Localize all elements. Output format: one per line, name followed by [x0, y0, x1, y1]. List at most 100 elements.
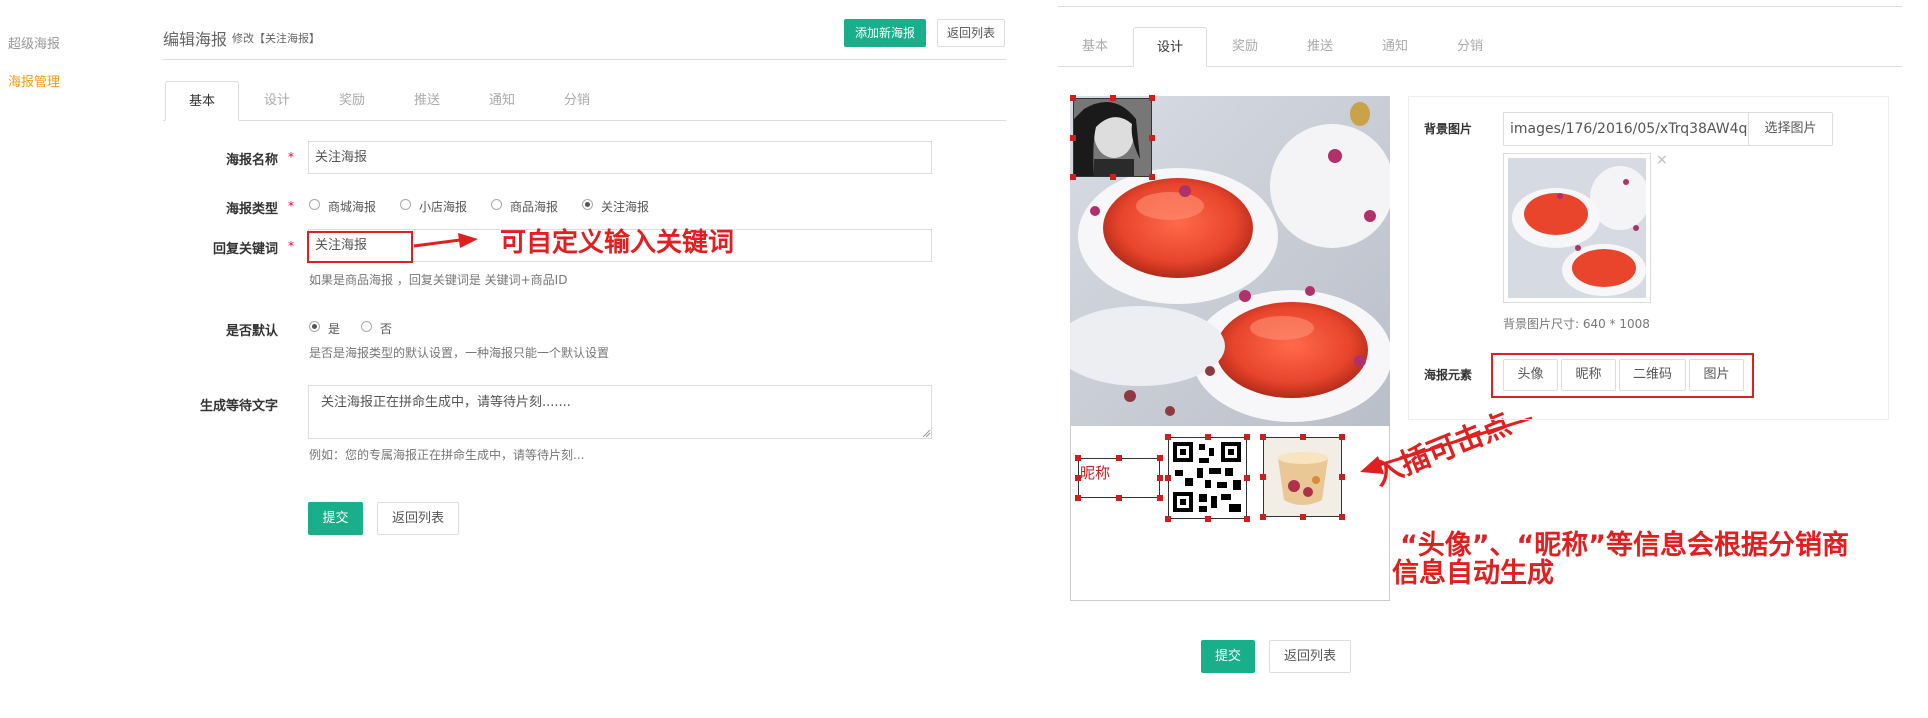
- required-mark: *: [288, 150, 294, 164]
- resize-handle[interactable]: [1070, 174, 1076, 180]
- background-size-text: 背景图片尺寸: 640 * 1008: [1503, 317, 1650, 331]
- type-option-follow: 关注海报: [601, 200, 650, 214]
- resize-handle[interactable]: [1244, 516, 1250, 522]
- choose-image-button[interactable]: 选择图片: [1748, 112, 1833, 146]
- resize-handle[interactable]: [1157, 475, 1163, 481]
- resize-handle[interactable]: [1070, 95, 1076, 101]
- keyword-highlight-box: [307, 231, 413, 263]
- resize-handle[interactable]: [1339, 474, 1345, 480]
- type-radio-product[interactable]: [491, 199, 502, 210]
- resize-handle[interactable]: [1157, 455, 1163, 461]
- avatar-icon: [1074, 99, 1151, 176]
- resize-handle[interactable]: [1244, 434, 1250, 440]
- design-tab-distribution[interactable]: 分销: [1433, 27, 1507, 67]
- remove-image-icon[interactable]: ×: [1656, 152, 1668, 168]
- nickname-element[interactable]: 昵称: [1078, 458, 1160, 498]
- resize-handle[interactable]: [1116, 495, 1122, 501]
- tab-reward[interactable]: 奖励: [315, 81, 389, 121]
- background-path-input[interactable]: images/176/2016/05/xTrq38AW4q2: [1503, 112, 1749, 146]
- resize-handle[interactable]: [1260, 474, 1266, 480]
- default-radio-no[interactable]: [361, 321, 372, 332]
- resize-handle[interactable]: [1149, 134, 1155, 141]
- type-option-mall: 商城海报: [328, 200, 377, 214]
- type-radio-mall[interactable]: [309, 199, 320, 210]
- resize-handle[interactable]: [1149, 174, 1155, 180]
- default-help-text: 是否是海报类型的默认设置，一种海报只能一个默认设置: [309, 346, 610, 360]
- add-poster-button[interactable]: 添加新海报: [844, 19, 926, 47]
- element-qrcode-button[interactable]: 二维码: [1619, 359, 1686, 391]
- tab-distribution[interactable]: 分销: [540, 81, 614, 121]
- keyword-annotation: 可自定义输入关键词: [500, 228, 735, 258]
- waiting-text-label: 生成等待文字: [199, 399, 278, 414]
- resize-handle[interactable]: [1204, 434, 1211, 440]
- resize-handle[interactable]: [1070, 134, 1076, 141]
- element-image-button[interactable]: 图片: [1689, 359, 1744, 391]
- sidebar-item-poster-manage[interactable]: 海报管理: [8, 71, 60, 90]
- resize-handle[interactable]: [1149, 95, 1155, 101]
- back-list-header-button[interactable]: 返回列表: [937, 19, 1005, 47]
- resize-handle[interactable]: [1244, 475, 1250, 481]
- tab-design[interactable]: 设计: [240, 81, 314, 121]
- resize-handle[interactable]: [1157, 495, 1163, 501]
- tab-basic[interactable]: 基本: [165, 81, 239, 121]
- default-label: 是否默认: [225, 324, 278, 339]
- design-tab-reward[interactable]: 奖励: [1208, 27, 1282, 67]
- header-divider: [163, 59, 1006, 60]
- design-tab-push[interactable]: 推送: [1283, 27, 1357, 67]
- resize-handle[interactable]: [1165, 516, 1171, 522]
- type-radio-follow[interactable]: [582, 199, 593, 210]
- nickname-text: 昵称: [1080, 464, 1111, 482]
- element-nickname-button[interactable]: 昵称: [1561, 359, 1616, 391]
- submit-button[interactable]: 提交: [308, 502, 363, 535]
- resize-handle[interactable]: [1299, 434, 1306, 440]
- resize-handle[interactable]: [1260, 434, 1266, 440]
- type-option-product: 商品海报: [510, 200, 559, 214]
- resize-handle[interactable]: [1075, 475, 1081, 481]
- tab-notify[interactable]: 通知: [465, 81, 539, 121]
- resize-handle[interactable]: [1339, 434, 1345, 440]
- resize-handle[interactable]: [1165, 434, 1171, 440]
- qrcode-icon: [1173, 442, 1241, 512]
- poster-elements-label: 海报元素: [1424, 368, 1473, 382]
- resize-handle-icon[interactable]: [922, 429, 931, 438]
- resize-handle[interactable]: [1109, 174, 1116, 180]
- poster-name-input[interactable]: 关注海报: [308, 141, 932, 174]
- background-thumbnail: [1503, 153, 1651, 303]
- default-radio-yes[interactable]: [309, 321, 320, 332]
- default-option-no: 否: [380, 322, 393, 336]
- poster-name-label: 海报名称: [225, 153, 278, 168]
- design-tab-basic[interactable]: 基本: [1058, 27, 1132, 67]
- waiting-help-text: 例如：您的专属海报正在拼命生成中，请等待片刻...: [309, 448, 585, 462]
- image-element[interactable]: [1263, 437, 1342, 517]
- auto-annotation-line2: 信息自动生成: [1392, 558, 1554, 589]
- qrcode-element[interactable]: [1168, 437, 1247, 519]
- page-title: 编辑海报: [163, 30, 228, 49]
- resize-handle[interactable]: [1339, 514, 1345, 520]
- resize-handle[interactable]: [1075, 455, 1081, 461]
- keyword-arrow-icon: [413, 233, 478, 248]
- required-mark: *: [288, 239, 294, 253]
- resize-handle[interactable]: [1299, 514, 1306, 520]
- background-image-label: 背景图片: [1424, 122, 1473, 136]
- resize-handle[interactable]: [1260, 514, 1266, 520]
- resize-handle[interactable]: [1204, 516, 1211, 522]
- element-avatar-button[interactable]: 头像: [1503, 359, 1558, 391]
- resize-handle[interactable]: [1116, 455, 1122, 461]
- required-mark: *: [288, 199, 294, 213]
- avatar[interactable]: [1073, 98, 1152, 177]
- tab-push[interactable]: 推送: [390, 81, 464, 121]
- sidebar-item-super-poster[interactable]: 超级海报: [8, 33, 60, 52]
- design-submit-button[interactable]: 提交: [1201, 640, 1255, 673]
- keyword-help-text: 如果是商品海报 ，回复关键词是 关键词+商品ID: [309, 273, 568, 287]
- type-radio-store[interactable]: [400, 199, 411, 210]
- resize-handle[interactable]: [1165, 475, 1171, 481]
- tea-glass-icon: [1264, 438, 1341, 516]
- resize-handle[interactable]: [1075, 495, 1081, 501]
- design-tab-design[interactable]: 设计: [1133, 27, 1207, 67]
- back-list-button[interactable]: 返回列表: [377, 502, 459, 535]
- default-option-yes: 是: [328, 322, 341, 336]
- design-back-list-button[interactable]: 返回列表: [1269, 640, 1351, 673]
- resize-handle[interactable]: [1109, 95, 1116, 101]
- design-tab-notify[interactable]: 通知: [1358, 27, 1432, 67]
- waiting-text-area[interactable]: 关注海报正在拼命生成中，请等待片刻.......: [308, 385, 932, 439]
